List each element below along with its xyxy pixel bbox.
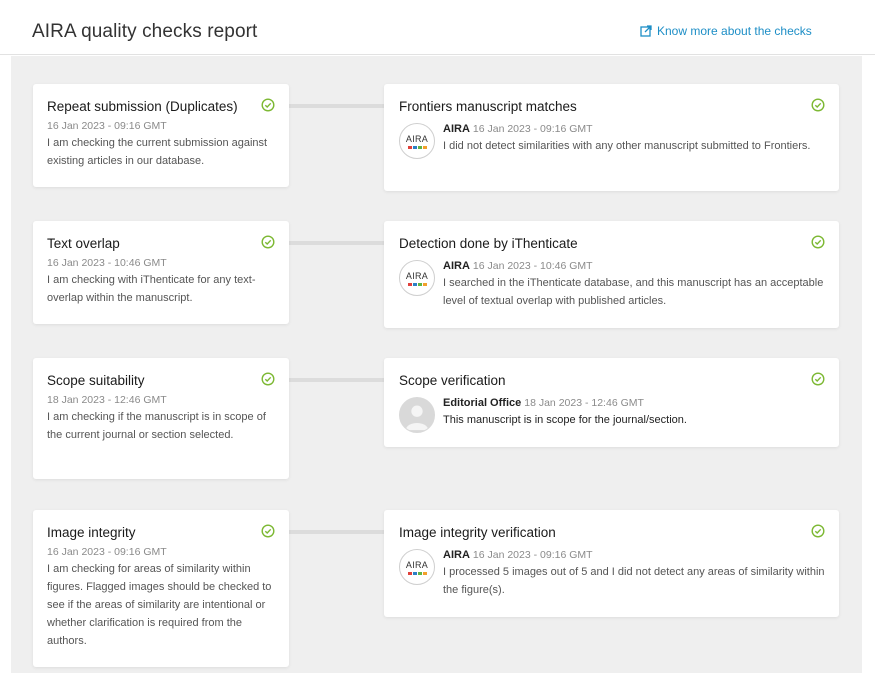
verification-timestamp: 16 Jan 2023 - 09:16 GMT — [472, 549, 593, 561]
check-circle-icon — [811, 524, 825, 538]
row-connector — [289, 104, 384, 108]
row-connector — [289, 530, 384, 534]
verification-card-scope: Scope verification Editorial Office 18 Ja… — [384, 358, 839, 447]
verification-author: AIRA — [443, 549, 470, 561]
check-card-image-integrity: Image integrity 16 Jan 2023 - 09:16 GMT … — [33, 510, 289, 667]
verification-entry: AIRA AIRA 16 Jan 2023 - 09:16 GMT I proce… — [399, 548, 825, 599]
check-circle-icon — [811, 235, 825, 249]
aira-avatar-icon: AIRA — [399, 123, 435, 159]
check-title: Scope suitability — [47, 373, 145, 388]
check-circle-icon — [261, 235, 275, 249]
check-circle-icon — [261, 98, 275, 112]
check-timestamp: 16 Jan 2023 - 09:16 GMT — [47, 120, 167, 132]
check-description: I am checking for areas of similarity wi… — [47, 563, 272, 647]
check-description: I am checking with iThenticate for any t… — [47, 274, 256, 304]
check-card-text-overlap: Text overlap 16 Jan 2023 - 10:46 GMT I a… — [33, 221, 289, 324]
verification-timestamp: 16 Jan 2023 - 09:16 GMT — [472, 123, 593, 135]
check-description: I am checking the current submission aga… — [47, 137, 268, 167]
verification-author: AIRA — [443, 260, 470, 272]
verification-title: Image integrity verification — [399, 525, 556, 540]
verification-title: Scope verification — [399, 373, 506, 388]
row-connector — [289, 241, 384, 245]
verification-entry: Editorial Office 18 Jan 2023 - 12:46 GMT … — [399, 396, 825, 433]
check-timestamp: 16 Jan 2023 - 10:46 GMT — [47, 257, 167, 269]
check-card-duplicates: Repeat submission (Duplicates) 16 Jan 20… — [33, 84, 289, 187]
check-circle-icon — [261, 372, 275, 386]
report-header: AIRA quality checks report Know more abo… — [0, 0, 875, 55]
verification-entry: AIRA AIRA 16 Jan 2023 - 09:16 GMT I did n… — [399, 122, 825, 159]
user-avatar-icon — [399, 397, 435, 433]
verification-title: Detection done by iThenticate — [399, 236, 578, 251]
verification-timestamp: 16 Jan 2023 - 10:46 GMT — [472, 260, 593, 272]
page-title: AIRA quality checks report — [32, 21, 258, 42]
verification-text: This manuscript is in scope for the jour… — [443, 414, 687, 426]
check-timestamp: 18 Jan 2023 - 12:46 GMT — [47, 394, 167, 406]
check-title: Image integrity — [47, 525, 136, 540]
verification-card-ithenticate: Detection done by iThenticate AIRA AIRA 1… — [384, 221, 839, 328]
verification-timestamp: 18 Jan 2023 - 12:46 GMT — [524, 397, 644, 409]
verification-author: AIRA — [443, 123, 470, 135]
check-circle-icon — [811, 372, 825, 386]
check-description: I am checking if the manuscript is in sc… — [47, 411, 266, 441]
external-link-icon — [640, 25, 652, 37]
verification-text: I did not detect similarities with any o… — [443, 140, 811, 152]
check-circle-icon — [811, 98, 825, 112]
check-title: Repeat submission (Duplicates) — [47, 99, 238, 114]
verification-title: Frontiers manuscript matches — [399, 99, 577, 114]
know-more-link[interactable]: Know more about the checks — [640, 24, 812, 38]
row-connector — [289, 378, 384, 382]
check-timestamp: 16 Jan 2023 - 09:16 GMT — [47, 546, 167, 558]
verification-card-frontiers: Frontiers manuscript matches AIRA AIRA 16… — [384, 84, 839, 191]
aira-avatar-icon: AIRA — [399, 260, 435, 296]
check-card-scope: Scope suitability 18 Jan 2023 - 12:46 GM… — [33, 358, 289, 479]
check-title: Text overlap — [47, 236, 120, 251]
verification-card-image-integrity: Image integrity verification AIRA AIRA 16… — [384, 510, 839, 617]
know-more-label: Know more about the checks — [657, 24, 812, 38]
verification-text: I processed 5 images out of 5 and I did … — [443, 566, 825, 596]
verification-author: Editorial Office — [443, 397, 522, 409]
aira-avatar-icon: AIRA — [399, 549, 435, 585]
verification-text: I searched in the iThenticate database, … — [443, 277, 824, 307]
check-circle-icon — [261, 524, 275, 538]
checks-panel: Repeat submission (Duplicates) 16 Jan 20… — [11, 56, 862, 673]
verification-entry: AIRA AIRA 16 Jan 2023 - 10:46 GMT I searc… — [399, 259, 825, 310]
